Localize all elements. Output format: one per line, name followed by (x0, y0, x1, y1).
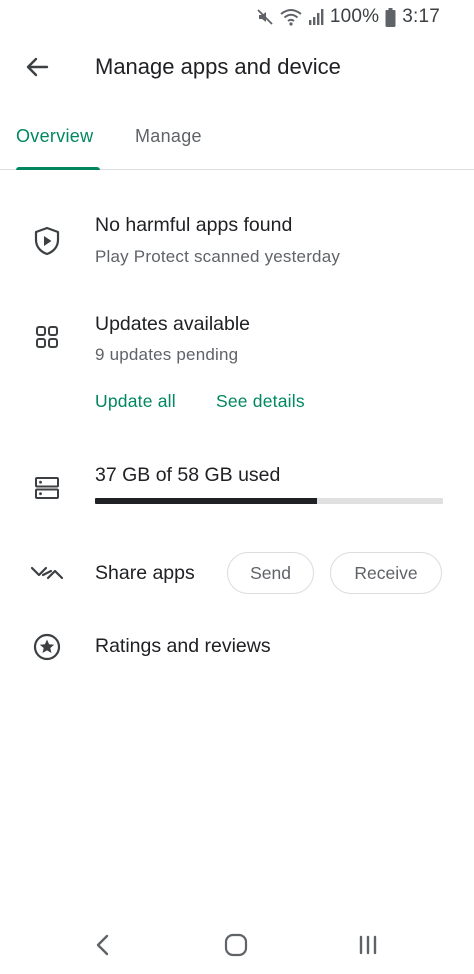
tab-indicator (16, 167, 100, 170)
share-apps-title: Share apps (95, 562, 195, 584)
ratings-title: Ratings and reviews (95, 635, 271, 657)
tab-overview[interactable]: Overview (16, 126, 93, 147)
status-bar: 100% 3:17 (0, 0, 474, 34)
protect-title: No harmful apps found (95, 214, 293, 236)
battery-percent: 100% (329, 6, 380, 27)
star-circle-icon (28, 628, 66, 666)
storage-progress-bar (95, 498, 443, 504)
page-title: Manage apps and device (95, 54, 341, 79)
app-bar: Manage apps and device (0, 34, 474, 104)
nav-recents-icon (357, 934, 379, 961)
storage-title: 37 GB of 58 GB used (95, 464, 281, 486)
storage-progress-fill (95, 498, 317, 504)
mute-icon (256, 8, 274, 26)
nav-home-icon (224, 933, 248, 962)
nav-back-button[interactable] (86, 930, 120, 964)
nav-back-icon (94, 934, 112, 961)
updates-title: Updates available (95, 313, 251, 335)
send-button[interactable]: Send (227, 552, 314, 594)
nav-recents-button[interactable] (351, 930, 385, 964)
apps-grid-icon (28, 318, 66, 356)
battery-icon (385, 7, 396, 27)
system-nav-bar (0, 914, 474, 974)
clock: 3:17 (402, 6, 440, 27)
see-details-button[interactable]: See details (216, 391, 305, 412)
tab-bar: Overview Manage (0, 110, 474, 170)
signal-icon (308, 8, 324, 26)
updates-subtitle: 9 updates pending (95, 345, 239, 364)
protect-subtitle: Play Protect scanned yesterday (95, 247, 341, 266)
tab-manage[interactable]: Manage (135, 126, 202, 147)
receive-button[interactable]: Receive (330, 552, 442, 594)
nav-home-button[interactable] (219, 930, 253, 964)
wifi-icon (280, 8, 302, 26)
update-all-button[interactable]: Update all (95, 391, 176, 412)
status-icons: 100% 3:17 (256, 6, 440, 28)
arrow-back-icon (24, 54, 50, 85)
storage-icon (28, 469, 66, 507)
shield-play-icon (28, 222, 66, 260)
back-button[interactable] (20, 52, 54, 86)
share-apps-icon (28, 554, 66, 592)
